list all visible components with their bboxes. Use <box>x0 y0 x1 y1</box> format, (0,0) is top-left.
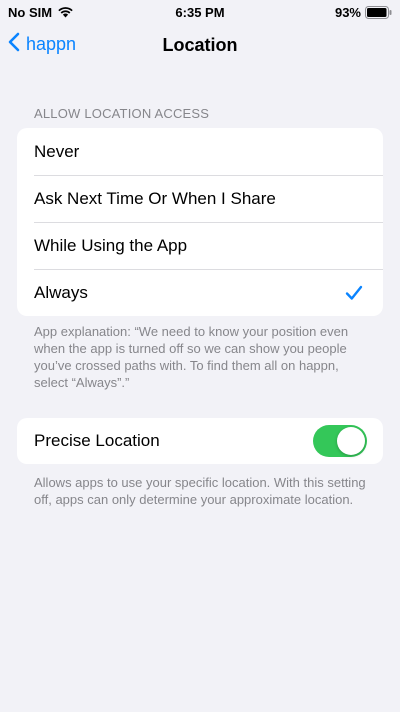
battery-percentage: 93% <box>334 4 361 20</box>
section-header-location-access: ALLOW LOCATION ACCESS <box>34 106 210 121</box>
toggle-knob <box>337 427 365 455</box>
wifi-icon <box>57 6 74 18</box>
battery-icon <box>365 5 392 19</box>
precise-location-label: Precise Location <box>34 431 160 450</box>
checkmark-icon <box>345 285 363 301</box>
carrier-label: No SIM <box>8 4 53 20</box>
option-always[interactable]: Always <box>17 269 383 316</box>
option-never[interactable]: Never <box>17 128 383 175</box>
precise-location-toggle[interactable] <box>313 425 367 457</box>
option-label: Ask Next Time Or When I Share <box>34 188 276 208</box>
status-left: No SIM <box>8 5 74 20</box>
option-label: While Using the App <box>34 235 188 255</box>
precise-location-description: Allows apps to use your specific locatio… <box>34 475 366 507</box>
option-label: Never <box>34 141 80 161</box>
navigation-bar: happn Location <box>0 28 400 64</box>
option-while-using[interactable]: While Using the App <box>17 222 383 269</box>
precise-location-group: Precise Location <box>17 418 383 464</box>
location-access-options: Never Ask Next Time Or When I Share Whil… <box>17 128 383 316</box>
status-bar: No SIM 6:35 PM 93% <box>0 0 400 24</box>
status-right: 93% <box>335 5 392 20</box>
option-label: Always <box>34 282 88 302</box>
app-explanation: App explanation: “We need to know your p… <box>34 324 349 390</box>
page-title: Location <box>162 35 238 55</box>
precise-location-row: Precise Location <box>17 418 383 464</box>
option-ask-next-time[interactable]: Ask Next Time Or When I Share <box>17 175 383 222</box>
